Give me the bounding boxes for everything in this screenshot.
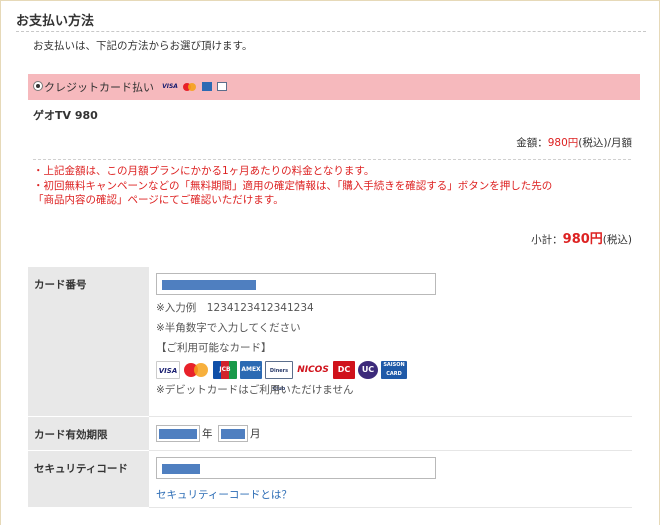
saison-logo-icon: SAISON CARD — [381, 361, 407, 379]
masked-value — [162, 463, 200, 474]
notes-divider — [33, 159, 631, 160]
card-form-table: カード番号 ※入力例 1234123412341234 ※半角数字で入力してくだ… — [28, 267, 632, 508]
expiry-row: カード有効期限 年 月 — [28, 416, 632, 451]
amex-icon — [202, 82, 212, 91]
page-title: お支払い方法 — [16, 14, 95, 29]
notes-block: ・上記金額は、この月額プランにかかる1ヶ月あたりの料金となります。 ・初回無料キ… — [33, 164, 633, 208]
credit-card-option-label[interactable]: クレジットカード払い — [44, 79, 154, 95]
security-code-input[interactable] — [156, 456, 436, 479]
halfwidth-note: ※半角数字で入力してください — [156, 322, 301, 334]
subtotal-suffix: (税込) — [602, 234, 632, 246]
price-amount: 980円 — [547, 137, 579, 149]
amex-logo-icon: AMEX — [240, 361, 262, 379]
card-number-example: ※入力例 1234123412341234 — [156, 302, 314, 314]
title-divider — [16, 31, 646, 32]
security-code-row: セキュリティコード セキュリティーコードとは？ — [28, 450, 632, 508]
diners-icon — [217, 82, 227, 91]
card-number-cell: ※入力例 1234123412341234 ※半角数字で入力してください 【ご利… — [149, 267, 632, 417]
security-code-help-link[interactable]: セキュリティーコードとは？ — [156, 487, 292, 502]
nicos-logo-icon: NICOS — [296, 361, 330, 379]
payment-brand-icons: VISA — [162, 82, 227, 91]
price-prefix: 金額： — [516, 137, 548, 149]
expiry-label: カード有効期限 — [28, 416, 149, 451]
security-code-cell: セキュリティーコードとは？ — [149, 450, 632, 508]
subtotal-prefix: 小計： — [531, 234, 563, 246]
expiry-year-select[interactable] — [156, 424, 200, 442]
month-unit: 月 — [250, 427, 261, 440]
price-suffix: (税込)/月額 — [578, 137, 632, 149]
mastercard-icon — [183, 82, 197, 91]
year-unit: 年 — [202, 427, 213, 440]
jcb-logo-icon: JCB — [213, 361, 237, 379]
visa-logo-icon: VISA — [156, 361, 180, 379]
debit-note: ※デビットカードはご利用いただけません — [156, 384, 354, 396]
product-name: ゲオTV 980 — [33, 109, 98, 122]
subtotal-amount: 980円 — [562, 232, 603, 247]
security-code-label: セキュリティコード — [28, 450, 149, 508]
note-line: ・上記金額は、この月額プランにかかる1ヶ月あたりの料金となります。 — [33, 165, 375, 177]
intro-text: お支払いは、下記の方法からお選び頂けます。 — [33, 40, 253, 52]
credit-card-radio[interactable] — [33, 81, 43, 91]
mastercard-logo-icon — [183, 361, 210, 379]
uc-logo-icon: UC — [358, 361, 378, 379]
expiry-month-select[interactable] — [218, 424, 248, 442]
available-cards-heading: 【ご利用可能なカード】 — [156, 342, 272, 354]
note-line: ・初回無料キャンペーンなどの「無料期間」適用の確定情報は、「購入手続きを確認する… — [33, 179, 553, 192]
note-line: 「商品内容の確認」ページにてご確認いただけます。 — [33, 194, 284, 206]
expiry-cell: 年 月 — [149, 416, 632, 451]
masked-value — [162, 280, 256, 290]
card-number-input[interactable] — [156, 273, 436, 295]
masked-value — [159, 428, 197, 439]
visa-icon: VISA — [162, 83, 178, 90]
subtotal: 小計：980円(税込) — [531, 228, 632, 247]
masked-value — [221, 428, 245, 439]
card-number-label: カード番号 — [28, 267, 149, 417]
card-number-row: カード番号 ※入力例 1234123412341234 ※半角数字で入力してくだ… — [28, 267, 632, 417]
dc-logo-icon: DC — [333, 361, 355, 379]
available-card-brands: VISA JCB AMEX Diners Club NICOS DC UC SA… — [156, 361, 632, 392]
price-line: 金額：980円(税込)/月額 — [516, 135, 632, 150]
diners-logo-icon: Diners Club — [265, 361, 293, 392]
